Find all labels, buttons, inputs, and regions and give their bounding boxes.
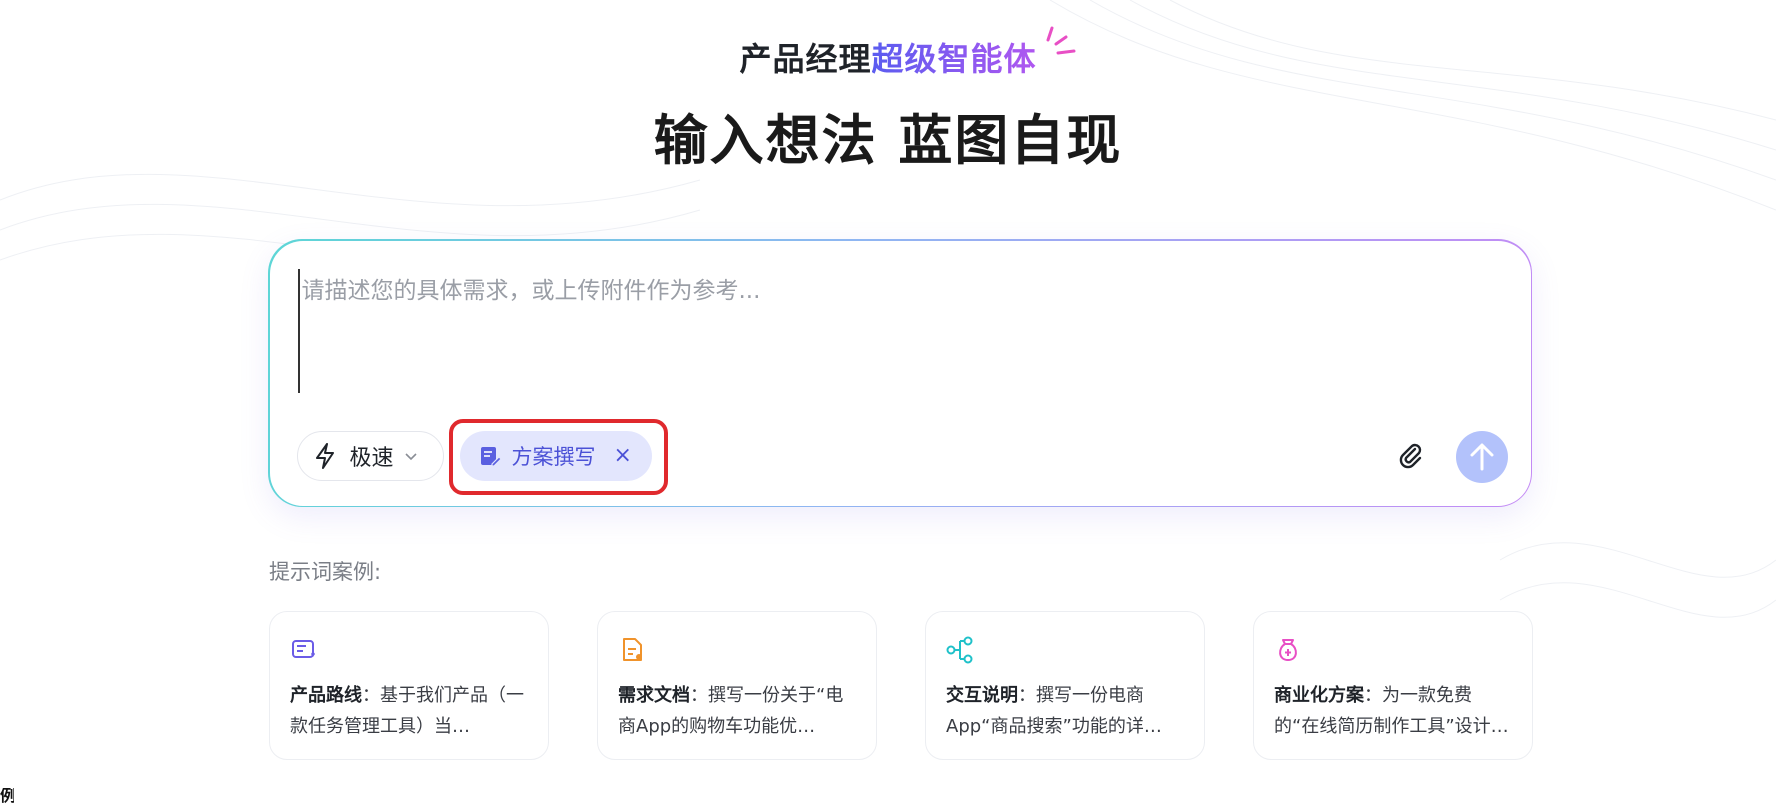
attach-button[interactable] xyxy=(1394,439,1428,473)
requirement-doc-icon xyxy=(623,638,642,661)
example-card-requirement-doc[interactable]: 需求文档：撰写一份关于“电商App的购物车功能优… xyxy=(597,611,877,760)
example-text: 需求文档：撰写一份关于“电商App的购物车功能优… xyxy=(618,685,844,737)
example-text: 交互说明：撰写一份电商App“商品搜索”功能的详… xyxy=(946,685,1162,737)
composer-card: 极速 方案撰写 × xyxy=(268,239,1532,507)
page-title: 输入想法 蓝图自现 xyxy=(653,109,1123,172)
roadmap-icon xyxy=(292,640,315,658)
page-subtitle: 产品经理超级智能体 xyxy=(0,34,1776,80)
corner-text-fragment: 例 xyxy=(0,788,14,804)
send-button[interactable] xyxy=(1455,430,1508,483)
example-card-roadmap[interactable]: 产品路线：基于我们产品（一款任务管理工具）当… xyxy=(269,611,549,760)
example-card-monetization[interactable]: 商业化方案：为一款免费的“在线简历制作工具”设计… xyxy=(1253,611,1533,760)
arrow-up-icon xyxy=(1470,443,1493,470)
sparkle-icon xyxy=(1046,26,1076,55)
tag-label: 方案撰写 xyxy=(511,444,596,469)
mode-label: 极速 xyxy=(349,445,394,471)
speed-mode-dropdown[interactable]: 极速 xyxy=(296,430,444,481)
monetization-icon xyxy=(1279,639,1297,662)
paperclip-icon xyxy=(1399,443,1421,468)
subtitle-prefix: 产品经理 xyxy=(739,40,872,78)
scheme-writing-tag[interactable]: 方案撰写 × xyxy=(459,430,652,481)
lightning-icon xyxy=(315,442,334,469)
example-text: 产品路线：基于我们产品（一款任务管理工具）当… xyxy=(290,685,524,737)
chevron-down-icon xyxy=(404,452,417,460)
tag-close-icon[interactable]: × xyxy=(614,444,632,467)
subtitle-accent: 超级智能体 xyxy=(871,40,1037,78)
examples-title: 提示词案例: xyxy=(269,560,382,584)
interaction-flow-icon xyxy=(946,636,973,664)
example-text: 商业化方案：为一款免费的“在线简历制作工具”设计… xyxy=(1274,685,1509,737)
doc-edit-icon xyxy=(480,446,502,467)
composer-inner: 极速 方案撰写 × xyxy=(269,240,1531,506)
prompt-input[interactable] xyxy=(297,268,1484,393)
example-card-interaction[interactable]: 交互说明：撰写一份电商App“商品搜索”功能的详… xyxy=(925,611,1205,760)
